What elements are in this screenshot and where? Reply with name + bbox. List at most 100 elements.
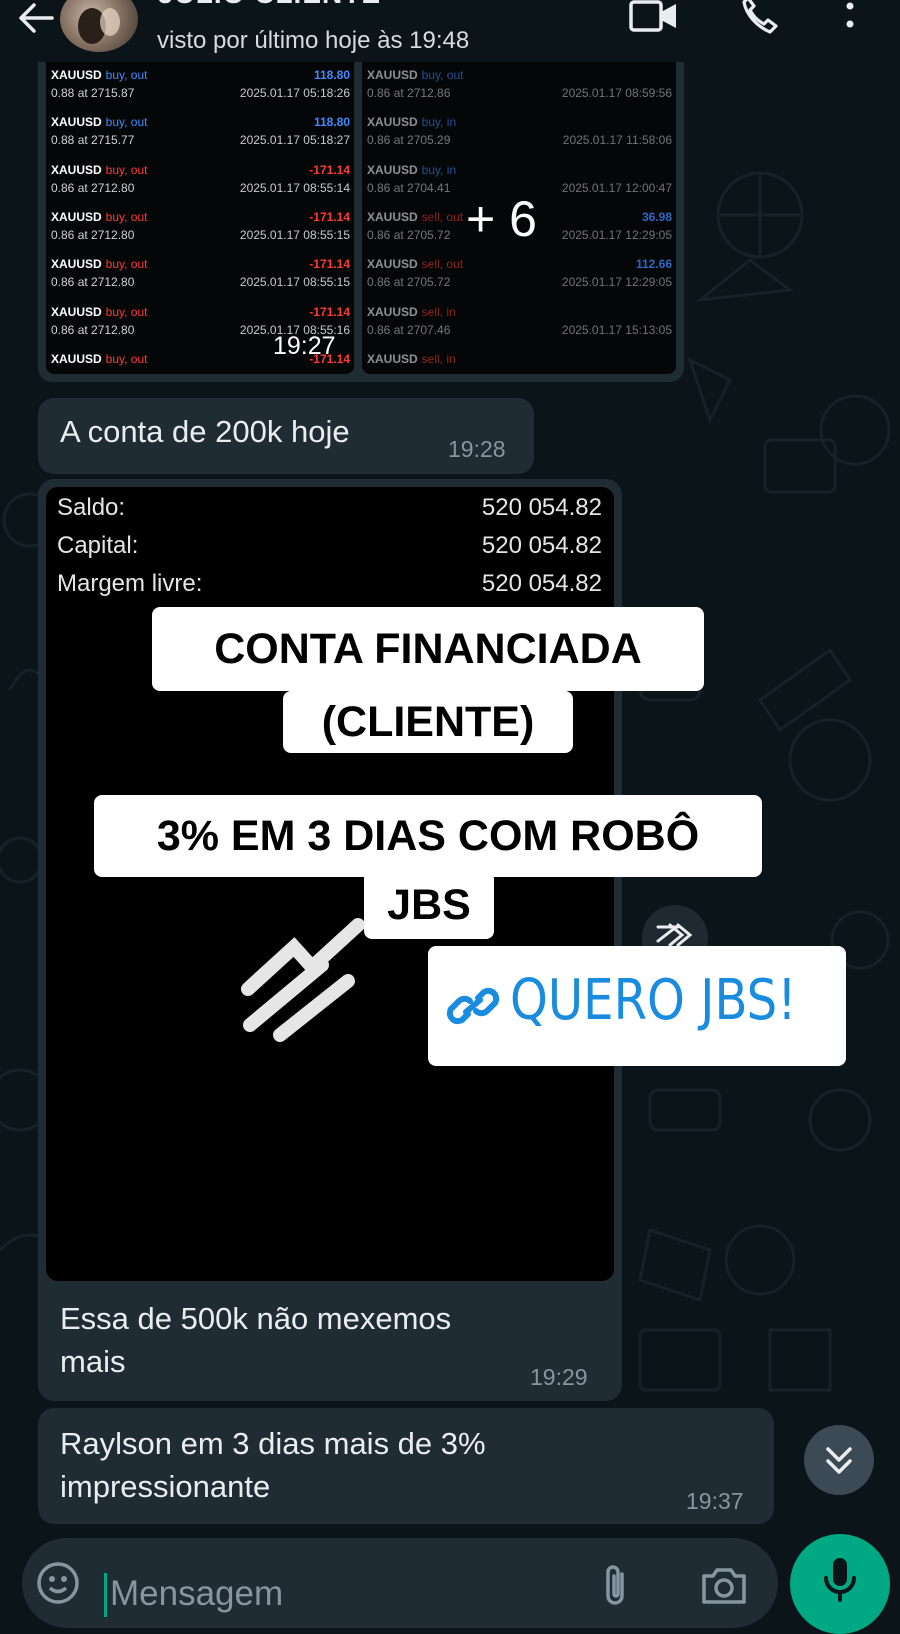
trade-side: buy, out bbox=[105, 257, 148, 272]
sticker-icon[interactable] bbox=[35, 1560, 81, 1606]
trade-datetime: 2025.01.17 08:55:15 bbox=[239, 275, 350, 290]
trade-symbol: XAUUSD buy, out bbox=[51, 163, 147, 177]
trade-side: sell, in bbox=[421, 304, 456, 319]
camera-icon[interactable] bbox=[700, 1562, 748, 1606]
trade-symbol: XAUUSD sell, out bbox=[367, 257, 463, 271]
trade-volume-price: 0.86 at 2705.29 bbox=[367, 133, 451, 148]
trade-symbol: XAUUSD buy, out bbox=[367, 68, 463, 82]
trade-symbol: XAUUSD buy, out bbox=[51, 352, 147, 366]
contact-name[interactable]: JÚLIO CLIENTE bbox=[158, 0, 381, 10]
trade-symbol-text: XAUUSD bbox=[367, 257, 418, 272]
free-margin-value: 520 054.82 bbox=[481, 570, 602, 597]
trade-symbol: XAUUSD buy, out bbox=[51, 68, 147, 82]
trade-symbol-text: XAUUSD bbox=[367, 304, 418, 319]
trade-symbol-text: XAUUSD bbox=[367, 68, 418, 82]
trade-symbol: XAUUSD buy, out bbox=[51, 305, 147, 319]
trade-volume-price: 0.86 at 2707.46 bbox=[367, 322, 451, 337]
scroll-down-icon bbox=[826, 1447, 852, 1474]
trade-row: XAUUSD buy, out 0.86 at 2712.80 2025.01.17 … bbox=[46, 160, 354, 208]
equity-value: 520 054.82 bbox=[481, 532, 602, 559]
message-text: Essa de 500k não mexemos bbox=[60, 1301, 452, 1336]
trade-symbol: XAUUSD buy, out bbox=[51, 210, 147, 224]
trade-symbol-text: XAUUSD bbox=[367, 351, 418, 366]
trade-row: XAUUSD buy, out 0.88 at 2715.77 2025.01.17 … bbox=[46, 112, 354, 160]
mic-icon bbox=[824, 1558, 856, 1602]
quero-jbs-link-button[interactable]: QUERO JBS! bbox=[428, 946, 846, 1066]
scroll-down-button[interactable] bbox=[804, 1425, 874, 1495]
mic-button[interactable] bbox=[790, 1534, 890, 1634]
trade-volume-price: 0.86 at 2705.72 bbox=[367, 275, 451, 290]
trade-datetime: 2025.01.17 08:55:15 bbox=[239, 227, 350, 242]
link-icon bbox=[446, 987, 500, 1025]
trade-side: buy, out bbox=[105, 68, 148, 82]
trade-side: buy, out bbox=[105, 115, 148, 130]
trade-volume-price: 0.88 at 2715.87 bbox=[51, 86, 135, 100]
trade-row: XAUUSD buy, out 0.86 at 2712.80 2025.01.17 … bbox=[46, 254, 354, 302]
trade-datetime: 2025.01.17 05:18:26 bbox=[239, 86, 350, 100]
trade-symbol-text: XAUUSD bbox=[51, 162, 102, 177]
trade-row: XAUUSD sell, in bbox=[362, 349, 676, 374]
trade-profit: -171.14 bbox=[309, 304, 350, 319]
trade-symbol: XAUUSD sell, out bbox=[367, 210, 463, 224]
trade-symbol: XAUUSD buy, out bbox=[51, 115, 147, 129]
trade-symbol: XAUUSD sell, in bbox=[367, 305, 456, 319]
trade-row: XAUUSD buy, out 0.86 at 2712.80 2025.01.17 … bbox=[46, 207, 354, 255]
trade-side: sell, out bbox=[421, 257, 464, 272]
trade-datetime: 2025.01.17 12:29:05 bbox=[561, 227, 672, 242]
trade-side: sell, in bbox=[421, 351, 456, 366]
message-text: impressionante bbox=[60, 1469, 271, 1504]
trade-profit: 36.98 bbox=[641, 209, 672, 224]
trade-volume-price: 0.86 at 2712.80 bbox=[51, 227, 135, 242]
balance-value: 520 054.82 bbox=[481, 494, 602, 521]
trade-row: XAUUSD buy, out 0.86 at 2712.86 2025.01.17 … bbox=[362, 65, 676, 113]
trade-volume-price: 0.86 at 2712.80 bbox=[51, 275, 135, 290]
trade-datetime: 2025.01.17 12:00:47 bbox=[561, 180, 672, 195]
trade-profit: -171.14 bbox=[309, 209, 350, 224]
balance-label: Saldo: bbox=[57, 494, 126, 521]
last-seen-status: visto por último hoje às 19:48 bbox=[157, 27, 470, 54]
phone-icon[interactable] bbox=[738, 0, 782, 38]
trade-symbol-text: XAUUSD bbox=[51, 68, 102, 82]
trade-side: buy, out bbox=[105, 162, 148, 177]
trade-datetime: 2025.01.17 08:55:14 bbox=[239, 180, 350, 195]
trade-side: buy, out bbox=[105, 209, 148, 224]
trade-profit: -171.14 bbox=[309, 162, 350, 177]
trade-volume-price: 0.88 at 2715.77 bbox=[51, 133, 135, 148]
avatar[interactable] bbox=[60, 0, 138, 52]
message-bubble[interactable]: A conta de 200k hoje 19:28 bbox=[38, 398, 534, 474]
promo-headline-jbs: JBS bbox=[364, 871, 494, 939]
message-composer[interactable]: Mensagem bbox=[22, 1538, 778, 1628]
video-call-icon[interactable] bbox=[628, 0, 680, 36]
trade-history-image[interactable]: XAUUSD buy, out 0.88 at 2715.87 2025.01.17 … bbox=[46, 62, 354, 374]
trade-datetime: 2025.01.17 05:18:27 bbox=[239, 133, 350, 148]
trade-symbol-text: XAUUSD bbox=[51, 209, 102, 224]
trade-symbol-text: XAUUSD bbox=[51, 115, 102, 130]
cta-text: QUERO JBS! bbox=[510, 968, 797, 1033]
message-time: 19:27 bbox=[273, 332, 336, 360]
trade-row: XAUUSD buy, out 0.88 at 2715.87 2025.01.17 … bbox=[46, 65, 354, 113]
trade-datetime: 2025.01.17 12:29:05 bbox=[561, 275, 672, 290]
message-bubble[interactable]: Raylson em 3 dias mais de 3% impressiona… bbox=[38, 1408, 774, 1524]
trade-symbol: XAUUSD buy, out bbox=[51, 257, 147, 271]
message-input-placeholder[interactable]: Mensagem bbox=[110, 1574, 283, 1614]
trade-volume-price: 0.86 at 2705.72 bbox=[367, 227, 451, 242]
more-vert-icon[interactable] bbox=[842, 0, 858, 38]
message-time: 19:28 bbox=[448, 436, 506, 462]
trade-volume-price: 0.86 at 2712.80 bbox=[51, 322, 135, 337]
trade-symbol-text: XAUUSD bbox=[51, 257, 102, 272]
text-cursor bbox=[104, 1573, 107, 1617]
trade-symbol-text: XAUUSD bbox=[51, 304, 102, 319]
trade-volume-price: 0.86 at 2712.80 bbox=[51, 180, 135, 195]
message-time: 19:37 bbox=[686, 1488, 744, 1514]
trade-datetime: 2025.01.17 15:13:05 bbox=[561, 322, 672, 337]
trade-row: XAUUSD sell, out 0.86 at 2705.72 2025.01.17… bbox=[362, 254, 676, 302]
trade-side: sell, out bbox=[421, 209, 464, 224]
trade-symbol-text: XAUUSD bbox=[367, 115, 418, 130]
more-media-count[interactable]: + 6 bbox=[466, 190, 537, 248]
back-arrow-icon[interactable] bbox=[14, 0, 56, 36]
message-text: mais bbox=[60, 1344, 126, 1379]
trade-profit: -171.14 bbox=[309, 257, 350, 272]
message-time: 19:29 bbox=[530, 1364, 588, 1390]
trade-profit: 112.66 bbox=[635, 257, 672, 272]
attach-icon[interactable] bbox=[602, 1562, 632, 1608]
